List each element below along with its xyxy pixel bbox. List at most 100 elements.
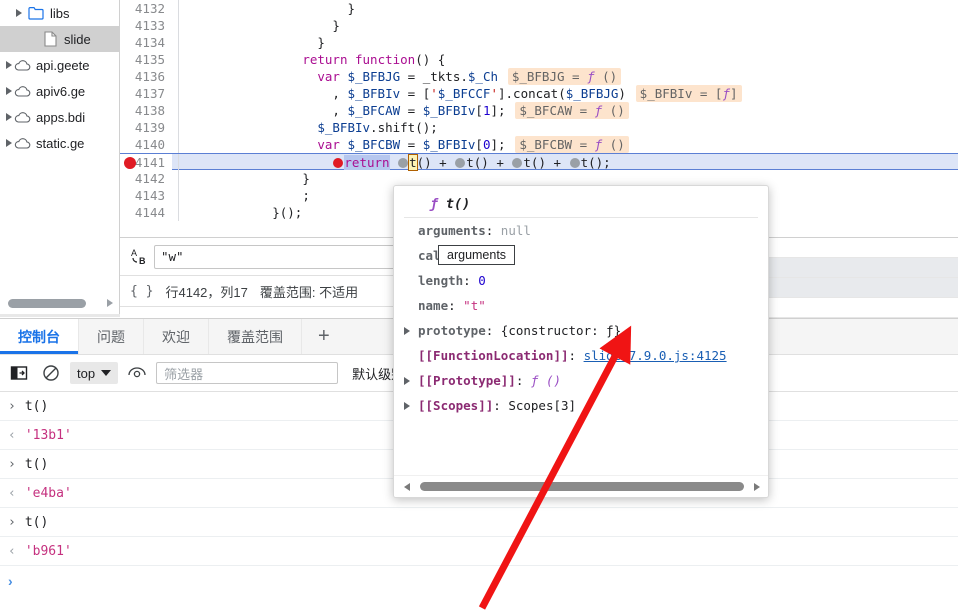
- clear-console-icon[interactable]: [38, 360, 64, 386]
- gutter-divider: [178, 204, 179, 221]
- expand-triangle-icon[interactable]: [404, 401, 418, 410]
- code-line[interactable]: 4134}: [120, 34, 958, 51]
- navigator-separator: [0, 314, 120, 317]
- input-marker-icon: ›: [8, 398, 16, 414]
- console-input-row[interactable]: › t(): [0, 508, 958, 537]
- hovered-identifier[interactable]: t: [408, 154, 418, 171]
- tree-item-label: libs: [50, 5, 70, 21]
- line-number[interactable]: 4134: [120, 34, 172, 51]
- gutter-divider: [178, 17, 179, 34]
- console-filter-input[interactable]: 筛选器: [156, 362, 339, 384]
- coverage-status: 覆盖范围: 不适用: [259, 285, 359, 300]
- code-line[interactable]: 4136 var $_BFBJG = _tkts.$_Ch $_BFBJG = ƒ …: [120, 68, 958, 85]
- file-navigator-tree[interactable]: libs slide api.geete apiv6.ge apps.bdi static…: [0, 0, 120, 292]
- object-popover[interactable]: ƒ t() arguments: nullcaller: nulllength:…: [393, 185, 769, 498]
- tab-0[interactable]: 控制台: [0, 319, 79, 354]
- code-line-active[interactable]: 4141 return t() + t() + t() + t();: [120, 153, 958, 171]
- line-number[interactable]: 4133: [120, 17, 172, 34]
- add-tab-button[interactable]: +: [302, 319, 346, 354]
- line-number[interactable]: 4132: [120, 0, 172, 17]
- code-line[interactable]: 4138 , $_BFCAW = $_BFBIv[1]; $_BFCAW = ƒ (…: [120, 102, 958, 119]
- console-output-row[interactable]: ‹ 'b961': [0, 537, 958, 566]
- execution-context-selector[interactable]: top: [70, 362, 119, 384]
- line-number[interactable]: 4138: [120, 102, 172, 119]
- scroll-right-arrow[interactable]: [107, 299, 113, 307]
- inline-breakpoint-dot[interactable]: [569, 158, 580, 168]
- property-key: [[Prototype]]: [418, 373, 516, 388]
- expand-caret[interactable]: [4, 61, 12, 69]
- scrollbar-thumb[interactable]: [420, 482, 744, 491]
- line-number[interactable]: 4140: [120, 136, 172, 153]
- code-line[interactable]: 4133}: [120, 17, 958, 34]
- code-line[interactable]: 4137 , $_BFBIv = ['$_BFCCF'].concat($_BFB…: [120, 85, 958, 102]
- inline-breakpoint-dot[interactable]: [398, 158, 409, 168]
- code-line[interactable]: 4135 return function() {: [120, 51, 958, 68]
- tab-2[interactable]: 欢迎: [144, 319, 209, 354]
- property-key: [[FunctionLocation]]: [418, 348, 569, 363]
- navigator-horizontal-scrollbar[interactable]: [0, 292, 120, 314]
- expand-caret[interactable]: [4, 87, 12, 95]
- property-separator: :: [515, 373, 531, 388]
- expand-caret[interactable]: [4, 113, 12, 121]
- console-result: '13b1': [24, 427, 72, 443]
- scroll-right-arrow[interactable]: [750, 482, 764, 491]
- cloud-icon: [12, 137, 32, 150]
- gutter-divider: [178, 102, 179, 119]
- format-braces-icon[interactable]: { }: [130, 284, 153, 299]
- console-command: t(): [24, 398, 49, 414]
- popover-property-row[interactable]: name: "t": [394, 293, 768, 318]
- expand-caret[interactable]: [4, 9, 26, 17]
- line-number[interactable]: 4137: [120, 85, 172, 102]
- line-number[interactable]: 4143: [120, 187, 172, 204]
- popover-property-row[interactable]: [[Scopes]]: Scopes[3]: [394, 393, 768, 418]
- tree-item-libs[interactable]: libs: [0, 0, 119, 26]
- tree-item-apps-bdi[interactable]: apps.bdi: [0, 104, 119, 130]
- console-command: t(): [24, 514, 49, 530]
- line-number[interactable]: 4144: [120, 204, 172, 221]
- console-prompt[interactable]: ›: [0, 566, 958, 595]
- code-line[interactable]: 4140 var $_BFCBW = $_BFBIv[0]; $_BFCBW = ƒ…: [120, 136, 958, 153]
- expand-triangle-icon[interactable]: [404, 376, 418, 385]
- popover-property-row[interactable]: [[Prototype]]: ƒ (): [394, 368, 768, 393]
- tab-label: 控制台: [18, 328, 60, 345]
- expand-caret[interactable]: [4, 139, 12, 147]
- popover-property-row[interactable]: prototype: {constructor: ƒ}: [394, 318, 768, 343]
- property-key: prototype: [418, 323, 486, 338]
- pretty-print-icon[interactable]: A B: [126, 247, 154, 267]
- tab-3[interactable]: 覆盖范围: [209, 319, 302, 354]
- breakpoint-marker[interactable]: [124, 157, 136, 169]
- svg-text:B: B: [139, 256, 146, 266]
- line-number[interactable]: 4139: [120, 119, 172, 136]
- console-command: t(): [24, 456, 49, 472]
- line-number[interactable]: 4135: [120, 51, 172, 68]
- popover-horizontal-scrollbar[interactable]: [394, 475, 768, 497]
- tree-item-api-geete[interactable]: api.geete: [0, 52, 119, 78]
- tab-label: 问题: [97, 328, 125, 345]
- property-separator: :: [485, 323, 501, 338]
- code-line[interactable]: 4139 $_BFBIv.shift();: [120, 119, 958, 136]
- side-panel-rows: [769, 238, 958, 318]
- tab-1[interactable]: 问题: [79, 319, 144, 354]
- popover-property-row[interactable]: arguments: null: [394, 218, 768, 243]
- inline-breakpoint-dot[interactable]: [455, 158, 466, 168]
- inline-value-hint: $_BFBIv = [ƒ]: [635, 85, 742, 102]
- tree-item-apiv6-ge[interactable]: apiv6.ge: [0, 78, 119, 104]
- scroll-left-arrow[interactable]: [400, 482, 414, 491]
- line-number[interactable]: 4142: [120, 170, 172, 187]
- scrollbar-thumb[interactable]: [8, 298, 86, 308]
- tree-item-slide[interactable]: slide: [0, 26, 119, 52]
- inline-breakpoint-dot[interactable]: [512, 158, 523, 168]
- console-sidebar-icon[interactable]: [6, 360, 32, 386]
- code-text: $_BFBIv.shift();: [317, 120, 438, 135]
- code-line[interactable]: 4132}: [120, 0, 958, 17]
- output-marker-icon: ‹: [8, 485, 16, 501]
- line-number[interactable]: 4136: [120, 68, 172, 85]
- code-text: var $_BFBJG = _tkts.$_Ch: [317, 69, 498, 84]
- live-expression-icon[interactable]: [124, 360, 150, 386]
- popover-property-row[interactable]: [[FunctionLocation]]: slide.7.9.0.js:412…: [394, 343, 768, 368]
- inline-breakpoint-dot[interactable]: [333, 158, 344, 168]
- tree-item-static-ge[interactable]: static.ge: [0, 130, 119, 156]
- property-value[interactable]: slide.7.9.0.js:4125: [584, 348, 727, 363]
- expand-triangle-icon[interactable]: [404, 326, 418, 335]
- popover-property-row[interactable]: length: 0: [394, 268, 768, 293]
